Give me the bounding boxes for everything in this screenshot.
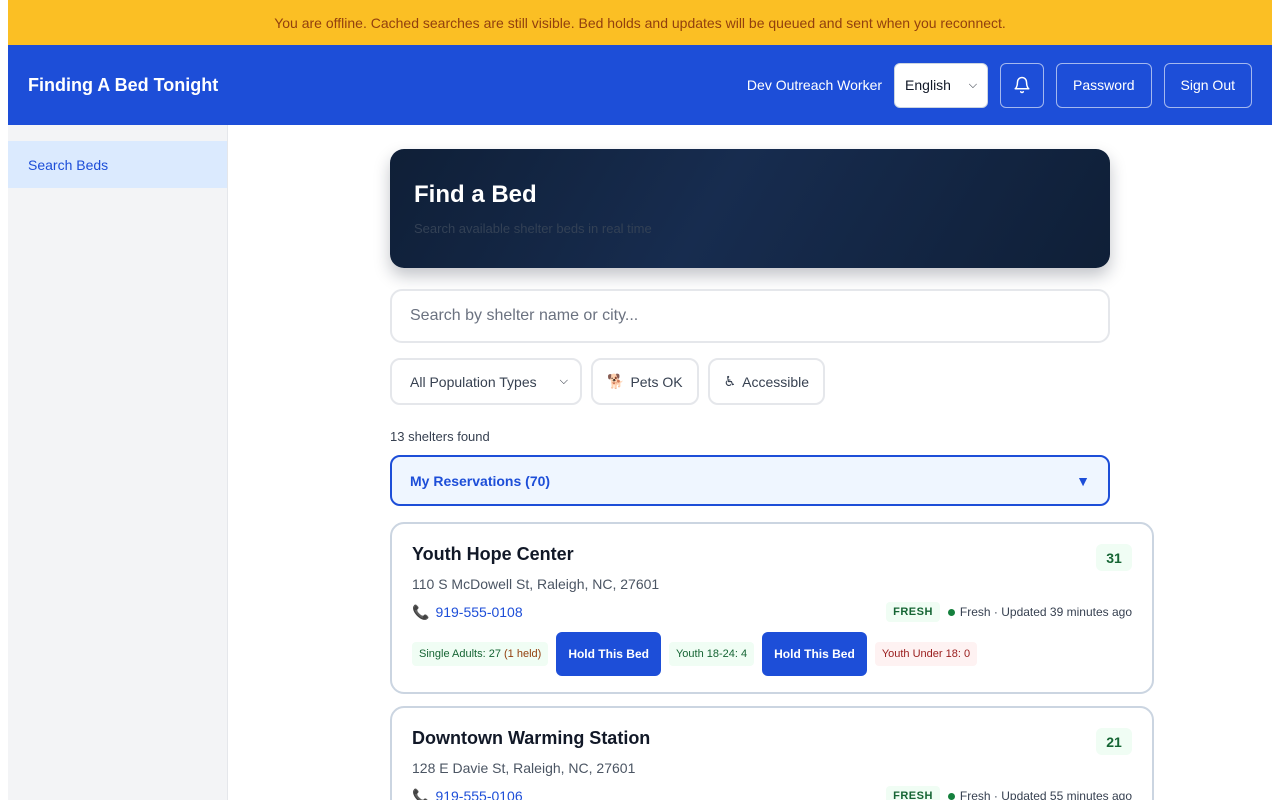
freshness-badge: FRESH bbox=[886, 602, 940, 622]
available-beds-badge: 21 bbox=[1096, 728, 1132, 755]
app-title[interactable]: Finding A Bed Tonight bbox=[28, 75, 218, 96]
sidebar-item-search-beds[interactable]: Search Beds bbox=[8, 141, 227, 188]
bed-tag-single-adults: Single Adults: 27 (1 held) bbox=[412, 642, 549, 666]
search-input-placeholder: Search by shelter name or city... bbox=[410, 307, 639, 324]
accessible-label: Accessible bbox=[742, 373, 810, 390]
shelter-address: 110 S McDowell St, Raleigh, NC, 27601 bbox=[412, 576, 660, 592]
top-navbar: Finding A Bed Tonight Dev Outreach Worke… bbox=[8, 45, 1272, 125]
bed-tag-youth-under-18: Youth Under 18: 0 bbox=[874, 642, 978, 666]
accessible-filter[interactable]: ♿ Accessible bbox=[707, 358, 826, 405]
language-select-value: English bbox=[905, 77, 951, 93]
sign-out-button[interactable]: Sign Out bbox=[1163, 62, 1252, 108]
results-count: 13 shelters found bbox=[390, 429, 490, 444]
sidebar-item-label: Search Beds bbox=[28, 156, 109, 173]
topbar-actions: Dev Outreach Worker English ⌵ Password S… bbox=[746, 62, 1252, 108]
page-subtitle: Search available shelter beds in real ti… bbox=[414, 221, 652, 236]
shelter-contact-row: 📞 919-555-0106 FRESH Fresh · Updated 55 … bbox=[412, 786, 1132, 800]
expand-arrow-icon: ▼ bbox=[1076, 472, 1090, 489]
shelter-phone-link[interactable]: 📞 919-555-0108 bbox=[412, 604, 523, 621]
shelter-card: Youth Hope Center 31 110 S McDowell St, … bbox=[390, 522, 1154, 694]
wheelchair-icon: ♿ bbox=[723, 373, 737, 389]
freshness-badge: FRESH bbox=[886, 786, 940, 800]
population-type-value: All Population Types bbox=[410, 373, 537, 390]
dog-icon: 🐕 bbox=[607, 373, 625, 389]
sidebar: Search Beds bbox=[8, 125, 228, 800]
bed-tag-held-count: (1 held) bbox=[504, 648, 542, 660]
available-beds-badge: 31 bbox=[1096, 544, 1132, 571]
shelter-phone-link[interactable]: 📞 919-555-0106 bbox=[412, 788, 523, 800]
freshness-info: FRESH Fresh · Updated 39 minutes ago bbox=[886, 602, 1132, 622]
hold-bed-button-single-adults[interactable]: Hold This Bed bbox=[556, 632, 661, 676]
shelter-card: Downtown Warming Station 21 128 E Davie … bbox=[390, 706, 1154, 800]
bed-tag-youth-18-24: Youth 18-24: 4 bbox=[668, 642, 755, 666]
status-dot-icon bbox=[947, 792, 955, 800]
freshness-info: FRESH Fresh · Updated 55 minutes ago bbox=[886, 786, 1132, 800]
status-dot-icon bbox=[947, 608, 955, 616]
offline-banner-text: You are offline. Cached searches are sti… bbox=[274, 14, 1006, 31]
main-content: Find a Bed Search available shelter beds… bbox=[228, 125, 1272, 800]
password-button-label: Password bbox=[1073, 77, 1135, 93]
shelter-address: 128 E Davie St, Raleigh, NC, 27601 bbox=[412, 760, 636, 776]
phone-icon: 📞 bbox=[412, 787, 430, 800]
page-title: Find a Bed bbox=[414, 181, 537, 208]
page-layout: Search Beds Find a Bed Search available … bbox=[8, 125, 1272, 800]
hero-banner: Find a Bed Search available shelter beds… bbox=[390, 149, 1110, 268]
notifications-button[interactable] bbox=[1000, 62, 1045, 108]
freshness-status-text: Fresh · Updated 39 minutes ago bbox=[959, 605, 1132, 619]
offline-banner: You are offline. Cached searches are sti… bbox=[8, 0, 1272, 45]
chevron-down-icon: ⌵ bbox=[968, 78, 978, 91]
bed-availability-row: Single Adults: 27 (1 held) Hold This Bed… bbox=[412, 632, 1132, 676]
hold-bed-button-youth-18-24[interactable]: Hold This Bed bbox=[762, 632, 867, 676]
app-frame: You are offline. Cached searches are sti… bbox=[8, 0, 1272, 800]
population-type-select[interactable]: All Population Types ⌵ bbox=[390, 358, 582, 405]
shelter-contact-row: 📞 919-555-0108 FRESH Fresh · Updated 39 … bbox=[412, 602, 1132, 622]
pets-ok-filter[interactable]: 🐕 Pets OK bbox=[591, 358, 699, 405]
language-select[interactable]: English ⌵ bbox=[894, 62, 989, 108]
freshness-status: Fresh · Updated 55 minutes ago bbox=[947, 789, 1132, 800]
search-input[interactable]: Search by shelter name or city... bbox=[390, 289, 1110, 343]
shelter-name: Downtown Warming Station bbox=[412, 728, 651, 748]
user-name: Dev Outreach Worker bbox=[746, 77, 883, 93]
freshness-status-text: Fresh · Updated 55 minutes ago bbox=[959, 789, 1132, 800]
chevron-down-icon: ⌵ bbox=[559, 375, 568, 387]
filter-bar: All Population Types ⌵ 🐕 Pets OK ♿ Acces… bbox=[390, 358, 1154, 405]
search-panel: Find a Bed Search available shelter beds… bbox=[390, 149, 1154, 800]
shelter-name: Youth Hope Center bbox=[412, 544, 574, 564]
freshness-status: Fresh · Updated 39 minutes ago bbox=[947, 605, 1132, 619]
bed-tag-single-adults-text: Single Adults: 27 bbox=[419, 648, 501, 660]
shelter-phone: 919-555-0106 bbox=[435, 788, 523, 800]
bell-icon bbox=[1014, 76, 1030, 94]
shelter-phone: 919-555-0108 bbox=[435, 604, 523, 620]
phone-icon: 📞 bbox=[412, 603, 430, 620]
my-reservations-toggle[interactable]: My Reservations (70) ▼ bbox=[390, 455, 1110, 506]
pets-ok-label: Pets OK bbox=[630, 373, 683, 390]
sign-out-button-label: Sign Out bbox=[1180, 77, 1235, 93]
my-reservations-label: My Reservations (70) bbox=[410, 472, 551, 489]
password-button[interactable]: Password bbox=[1056, 62, 1152, 108]
